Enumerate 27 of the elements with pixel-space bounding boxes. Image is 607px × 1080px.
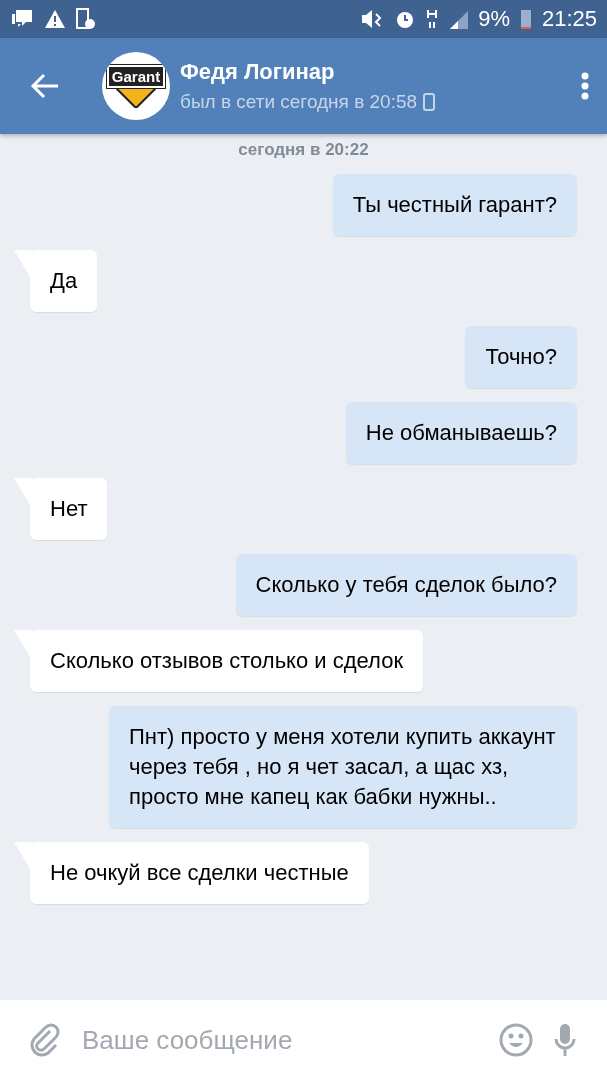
screen-clock-icon [76, 8, 96, 30]
paperclip-icon[interactable] [30, 1023, 60, 1057]
last-seen: был в сети сегодня в 20:58 [180, 91, 418, 113]
outgoing-message: Ты честный гарант? [332, 174, 577, 236]
smiley-icon[interactable] [499, 1023, 533, 1057]
outgoing-message: Точно? [465, 326, 577, 388]
clock: 21:25 [541, 6, 597, 32]
date-divider: сегодня в 20:22 [238, 140, 369, 160]
signal-icon [448, 9, 469, 29]
outgoing-message: Пнт) просто у меня хотели купить аккаунт через тебя , но я чет засал, а щас хз, просто мне капец как бабки нужны.. [109, 706, 577, 828]
outgoing-message: Сколько у тебя сделок было? [235, 554, 577, 616]
avatar[interactable]: Garant [102, 52, 170, 120]
logo-text: Garant [106, 64, 166, 88]
shield-icon [116, 87, 156, 108]
contact-name: Федя Логинар [180, 59, 336, 85]
composer-bar[interactable]: Ваше сообщение [0, 1000, 607, 1080]
chat-notification-icon [10, 8, 34, 30]
outgoing-message: Не обманываешь? [345, 402, 577, 464]
phone-icon [423, 93, 436, 111]
warning-icon [44, 9, 66, 29]
more-icon[interactable] [581, 72, 589, 100]
microphone-icon[interactable] [553, 1023, 577, 1057]
network-icon [426, 8, 439, 30]
battery-icon [519, 8, 532, 30]
message-input[interactable]: Ваше сообщение [80, 1023, 479, 1057]
battery-percent: 9% [478, 6, 510, 32]
back-arrow-icon[interactable] [30, 73, 60, 99]
